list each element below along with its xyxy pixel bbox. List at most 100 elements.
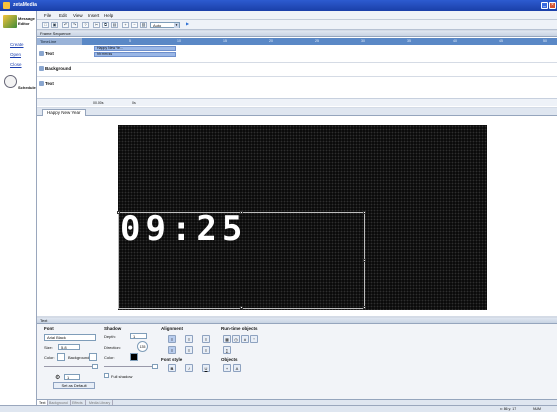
- resize-handle[interactable]: [363, 306, 366, 309]
- menu-file[interactable]: File: [44, 13, 51, 18]
- background-color-swatch[interactable]: [89, 353, 97, 361]
- close-link[interactable]: Close: [10, 62, 22, 67]
- paste-icon[interactable]: ▤: [111, 22, 118, 28]
- shadow-group-title: Shadow: [104, 326, 122, 331]
- timeline-label: TimeLine: [37, 38, 82, 45]
- resize-handle[interactable]: [240, 306, 243, 309]
- close-icon[interactable]: ×: [549, 2, 556, 9]
- font-style-title: Font style: [161, 357, 183, 362]
- resize-handle[interactable]: [363, 211, 366, 214]
- status-bar: x: 86 y: 17 NUM: [0, 405, 557, 412]
- current-time: 00.00s: [93, 101, 104, 105]
- font-select[interactable]: Arial Black: [44, 334, 96, 341]
- tab-happy-new-year[interactable]: Happy New Year: [42, 109, 86, 116]
- background-label: Background:: [68, 355, 91, 360]
- toolbar: □ ▣ ↶ ↷ ? ✂ ⧉ ▤ + − ▨ Auto ▼ ▶: [37, 20, 557, 30]
- shadow-color-swatch[interactable]: [130, 353, 138, 361]
- font-slider[interactable]: [44, 366, 94, 367]
- align-top-center-icon[interactable]: ≡: [185, 335, 193, 343]
- save-icon[interactable]: ▣: [51, 22, 58, 28]
- alignment-group-title: Alignment: [161, 326, 183, 331]
- align-middle-left-icon[interactable]: ≡: [168, 346, 176, 354]
- zoom-in-icon[interactable]: +: [122, 22, 129, 28]
- message-editor-title: Message Editor: [18, 16, 35, 26]
- depth-label: Depth:: [104, 334, 116, 339]
- ruler-mark: 15: [223, 39, 227, 43]
- menu-bar: File Edit View Insert Help: [37, 11, 557, 20]
- zoom-select-value: Auto: [153, 23, 162, 28]
- set-default-button[interactable]: Set as Default: [53, 382, 95, 389]
- settings-icon[interactable]: ⚙: [55, 374, 60, 381]
- resize-handle[interactable]: [363, 259, 366, 262]
- direction-value: 135: [139, 345, 146, 349]
- resize-handle[interactable]: [117, 211, 120, 214]
- align-middle-center-icon[interactable]: ≡: [185, 346, 193, 354]
- align-top-right-icon[interactable]: ≡: [202, 335, 210, 343]
- align-middle-right-icon[interactable]: ≡: [202, 346, 210, 354]
- shadow-slider[interactable]: [104, 366, 154, 367]
- underline-button[interactable]: U: [202, 364, 210, 372]
- menu-edit[interactable]: Edit: [59, 13, 67, 18]
- menu-help[interactable]: Help: [104, 13, 113, 18]
- full-shadow-checkbox[interactable]: [104, 373, 109, 378]
- open-link[interactable]: Open: [10, 52, 21, 57]
- redo-icon[interactable]: ↷: [71, 22, 78, 28]
- clock-icon[interactable]: [4, 75, 17, 88]
- bold-button[interactable]: B: [168, 364, 176, 372]
- cut-icon[interactable]: ✂: [93, 22, 100, 28]
- zoom-select[interactable]: Auto ▼: [150, 22, 180, 28]
- menu-insert[interactable]: Insert: [88, 13, 99, 18]
- text-properties: Font Arial Black Size: 5.8 Color: Backgr…: [37, 324, 557, 399]
- direction-dial[interactable]: 135: [137, 341, 148, 352]
- spin-input[interactable]: 1: [64, 374, 80, 380]
- ruler-mark: 10: [177, 39, 181, 43]
- font-color-swatch[interactable]: [57, 353, 65, 361]
- zoom-out-icon[interactable]: −: [131, 22, 138, 28]
- help-icon[interactable]: ?: [82, 22, 89, 28]
- full-shadow-label: Full shadow: [111, 374, 133, 379]
- image-icon[interactable]: ▨: [140, 22, 147, 28]
- counter-object-icon[interactable]: #: [241, 335, 249, 343]
- num-lock-indicator: NUM: [533, 407, 541, 411]
- ruler-mark: 50: [543, 39, 547, 43]
- track-label[interactable]: Text: [45, 51, 54, 56]
- window-title: zetaMedia: [13, 2, 37, 8]
- track-label[interactable]: Text: [45, 81, 54, 86]
- duration: 0s: [132, 101, 136, 105]
- italic-button[interactable]: I: [185, 364, 193, 372]
- minimize-icon[interactable]: _: [541, 2, 548, 9]
- sequence-footer: 00.00s 0s: [37, 98, 557, 106]
- new-icon[interactable]: □: [42, 22, 49, 28]
- shadow-slider-box[interactable]: [152, 364, 158, 369]
- text-track-icon: [39, 81, 44, 86]
- selection-box[interactable]: [117, 211, 366, 309]
- variable-object-icon[interactable]: ∑: [223, 346, 231, 354]
- temp-object-icon[interactable]: °: [250, 335, 258, 343]
- ruler-mark: 30: [361, 39, 365, 43]
- time-object-icon[interactable]: ◷: [232, 335, 240, 343]
- undo-icon[interactable]: ↶: [62, 22, 69, 28]
- schedule-label[interactable]: Schedule: [18, 85, 36, 90]
- font-slider-box[interactable]: [92, 364, 98, 369]
- depth-select[interactable]: 1: [130, 333, 147, 339]
- clip[interactable]: Happy New Ye...: [94, 46, 176, 51]
- title-bar: zetaMedia _ ×: [0, 0, 557, 11]
- date-object-icon[interactable]: ▦: [223, 335, 231, 343]
- resize-handle[interactable]: [240, 211, 243, 214]
- play-icon[interactable]: ▶: [184, 22, 191, 28]
- add-object-icon[interactable]: +: [223, 364, 231, 372]
- text-object-icon[interactable]: A: [233, 364, 241, 372]
- copy-icon[interactable]: ⧉: [102, 22, 109, 28]
- menu-view[interactable]: View: [73, 13, 83, 18]
- size-select[interactable]: 5.8: [58, 344, 80, 350]
- depth-value: 1: [133, 334, 136, 339]
- align-top-left-icon[interactable]: ≡: [168, 335, 176, 343]
- create-link[interactable]: Create: [10, 42, 24, 47]
- ruler-mark: 35: [407, 39, 411, 43]
- timeline-ruler[interactable]: TimeLine 5 10 15 20 25 30 35 40 45 50: [37, 38, 557, 45]
- track-label[interactable]: Background: [45, 66, 71, 71]
- size-value: 5.8: [61, 345, 67, 350]
- ruler-mark: 20: [269, 39, 273, 43]
- app-icon: [3, 2, 10, 9]
- clip[interactable]: hh:mm:ss: [94, 52, 176, 57]
